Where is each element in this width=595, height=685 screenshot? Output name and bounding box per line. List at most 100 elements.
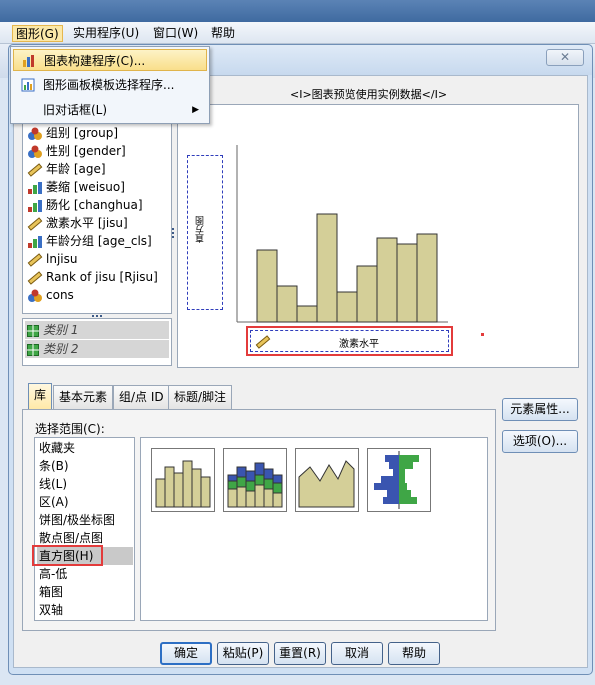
menu-graphs[interactable]: 图形(G)	[12, 25, 63, 42]
preview-caption: <I>图表预览使用实例数据</I>	[290, 88, 448, 101]
variable-label: 萎缩 [weisuo]	[46, 180, 125, 194]
histogram-bar	[296, 305, 318, 323]
chart-builder-icon	[23, 55, 34, 67]
menu-item-chart-builder[interactable]: 图表构建程序(C)...	[13, 49, 207, 71]
variable-item[interactable]: Rank of jisu [Rjisu]	[27, 268, 158, 286]
variable-item[interactable]: 组别 [group]	[27, 124, 118, 142]
variable-item[interactable]: lnjisu	[27, 250, 77, 268]
histogram-highlight	[32, 545, 103, 566]
histogram-bar	[356, 265, 378, 323]
histogram-bar	[276, 285, 298, 323]
paste-button[interactable]: 粘贴(P)	[217, 642, 269, 665]
scale-variable-icon	[27, 162, 43, 177]
category-grid-icon	[27, 324, 39, 337]
variable-item[interactable]: 萎缩 [weisuo]	[27, 178, 125, 196]
choose-from-label: 选择范围(C):	[35, 422, 105, 436]
x-axis-label: 激素水平	[339, 339, 379, 350]
splitter-handle[interactable]	[100, 315, 102, 317]
graphs-dropdown-menu: 图表构建程序(C)... 图形画板模板选择程序... 旧对话框(L) ▶	[10, 46, 210, 124]
element-properties-button[interactable]: 元素属性...	[502, 398, 578, 421]
ok-button[interactable]: 确定	[160, 642, 212, 665]
options-button[interactable]: 选项(O)...	[502, 430, 578, 453]
variable-label: lnjisu	[46, 252, 78, 266]
variable-item[interactable]: 年龄 [age]	[27, 160, 106, 178]
chart-type-item[interactable]: 箱图	[37, 583, 132, 601]
variable-item[interactable]: 激素水平 [jisu]	[27, 214, 128, 232]
category-item[interactable]: 类别 1	[25, 321, 169, 339]
window-title-bar	[0, 0, 595, 22]
cancel-button[interactable]: 取消	[331, 642, 383, 665]
ruler-icon	[255, 335, 271, 349]
graphboard-icon	[21, 78, 35, 92]
chart-type-list[interactable]: 收藏夹 条(B) 线(L) 区(A) 饼图/极坐标图 散点图/点图 直方图(H) 高-低 箱图双…	[34, 437, 135, 621]
chart-type-item[interactable]: 双轴	[37, 601, 132, 619]
reset-button[interactable]: 重置(R)	[274, 642, 326, 665]
nominal-variable-icon	[28, 145, 42, 158]
y-axis-drop-zone[interactable]: 直方图	[187, 155, 223, 310]
histogram-bar	[416, 233, 438, 323]
tab-gallery[interactable]: 库	[28, 383, 53, 409]
menu-item-label: 旧对话框(L)	[43, 103, 108, 117]
chart-type-item[interactable]: 收藏夹	[37, 439, 132, 457]
chart-type-item[interactable]: 饼图/极坐标图	[37, 511, 132, 529]
chart-type-item[interactable]: 高-低	[37, 565, 132, 583]
scale-variable-icon	[27, 216, 43, 231]
variable-item[interactable]: 性别 [gender]	[27, 142, 126, 160]
category-label: 类别 1	[43, 323, 79, 337]
menu-item-legacy-dialogs[interactable]: 旧对话框(L) ▶	[13, 99, 207, 121]
x-axis-drop-zone[interactable]: 激素水平	[250, 330, 449, 352]
thumb-population-pyramid[interactable]	[367, 448, 431, 512]
nominal-variable-icon	[28, 127, 42, 140]
scale-variable-icon	[27, 270, 43, 285]
variable-label: 组别 [group]	[46, 126, 119, 140]
thumb-stacked-histogram[interactable]	[223, 448, 287, 512]
frequency-polygon-icon	[298, 460, 355, 508]
histogram-bar	[396, 243, 418, 323]
chart-type-item[interactable]: 条(B)	[37, 457, 132, 475]
help-button[interactable]: 帮助	[388, 642, 440, 665]
tab-titles-footnotes[interactable]: 标题/脚注	[168, 385, 233, 409]
menu-utilities[interactable]: 实用程序(U)	[70, 25, 142, 42]
chart-type-item[interactable]: 线(L)	[37, 475, 132, 493]
category-item[interactable]: 类别 2	[25, 340, 169, 358]
menu-window[interactable]: 窗口(W)	[150, 25, 201, 42]
close-button[interactable]: ✕	[546, 49, 584, 66]
variable-label: 性别 [gender]	[46, 144, 126, 158]
x-axis-drop-zone-highlight: 激素水平	[246, 326, 453, 356]
thumb-frequency-polygon[interactable]	[295, 448, 359, 512]
variable-item[interactable]: 年龄分组 [age_cls]	[27, 232, 152, 250]
submenu-arrow-icon: ▶	[192, 105, 199, 115]
variable-list[interactable]: 组别 [group] 性别 [gender] 年龄 [age] 萎缩 [weisuo]…	[22, 122, 172, 314]
menu-item-label: 图表构建程序(C)...	[44, 54, 146, 68]
variable-item[interactable]: cons	[27, 286, 74, 304]
ordinal-variable-icon	[28, 181, 42, 194]
tab-group-point-id[interactable]: 组/点 ID	[113, 385, 170, 409]
thumb-simple-histogram[interactable]	[151, 448, 215, 512]
variable-item[interactable]: 肠化 [changhua]	[27, 196, 143, 214]
variable-label: 年龄分组 [age_cls]	[46, 234, 152, 248]
menu-help[interactable]: 帮助	[208, 25, 238, 42]
simple-histogram-icon	[155, 460, 211, 508]
ordinal-variable-icon	[28, 199, 42, 212]
category-label: 类别 2	[43, 342, 79, 356]
splitter-handle[interactable]	[172, 228, 174, 230]
scale-variable-icon	[27, 252, 43, 267]
splitter-handle[interactable]	[92, 315, 94, 317]
chart-type-item[interactable]: 区(A)	[37, 493, 132, 511]
splitter-handle[interactable]	[172, 232, 174, 234]
menubar: 图形(G) 实用程序(U) 窗口(W) 帮助	[0, 22, 595, 44]
category-list[interactable]: 类别 1 类别 2	[22, 318, 172, 366]
splitter-handle[interactable]	[172, 236, 174, 238]
tab-basic-elements[interactable]: 基本元素	[53, 385, 114, 409]
variable-label: 年龄 [age]	[46, 162, 106, 176]
menu-item-label: 图形画板模板选择程序...	[43, 78, 175, 92]
splitter-handle[interactable]	[96, 315, 98, 317]
menu-item-graphboard[interactable]: 图形画板模板选择程序...	[13, 74, 207, 96]
variable-label: 激素水平 [jisu]	[46, 216, 128, 230]
marker-dot	[481, 333, 484, 336]
y-axis-label: 直方图	[196, 216, 206, 243]
variable-label: Rank of jisu [Rjisu]	[46, 270, 158, 284]
histogram-bar	[256, 249, 278, 323]
population-pyramid-icon	[374, 451, 419, 509]
histogram-bar	[316, 213, 338, 323]
